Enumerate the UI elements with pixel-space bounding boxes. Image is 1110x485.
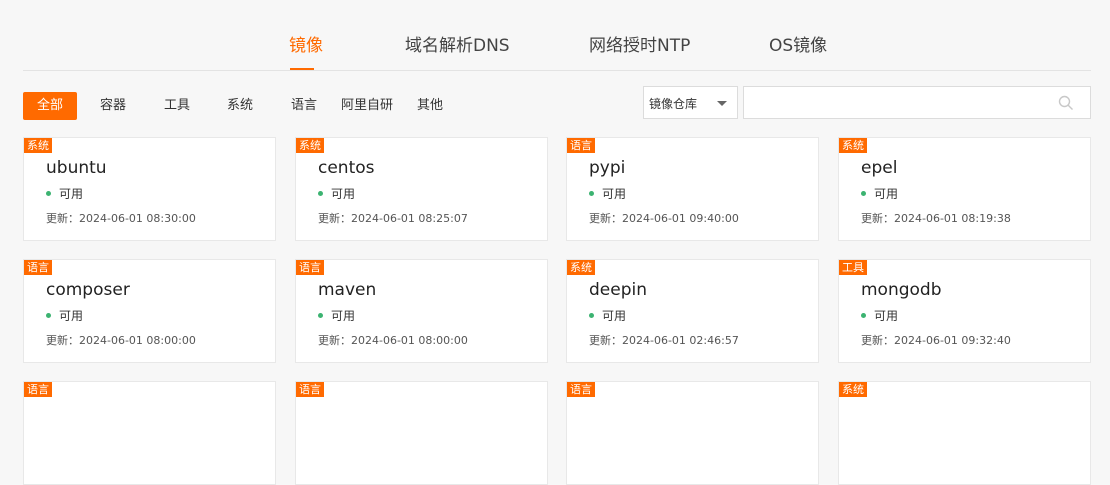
search-type-select[interactable]: 镜像仓库 [643, 86, 738, 119]
mirror-card[interactable]: 语言 maven 可用 更新：2024-06-01 08:00:00 [295, 259, 548, 363]
search-icon[interactable] [1058, 95, 1074, 111]
mirror-card[interactable]: 系统 [838, 381, 1091, 485]
mirror-name: maven [318, 280, 377, 300]
mirror-status: 可用 [46, 307, 83, 324]
category-badge: 语言 [296, 382, 324, 397]
mirror-name: epel [861, 158, 898, 178]
category-badge: 系统 [839, 138, 867, 153]
status-dot-icon [861, 191, 866, 196]
chevron-down-icon [717, 101, 727, 106]
filter-alibaba[interactable]: 阿里自研 [341, 92, 393, 120]
category-badge: 语言 [567, 382, 595, 397]
mirror-updated-time: 更新：2024-06-01 08:30:00 [46, 212, 196, 225]
mirror-card[interactable]: 工具 mongodb 可用 更新：2024-06-01 09:32:40 [838, 259, 1091, 363]
mirror-card[interactable]: 语言 [295, 381, 548, 485]
mirror-updated-time: 更新：2024-06-01 08:00:00 [318, 334, 468, 347]
mirror-name: mongodb [861, 280, 942, 300]
search-box [743, 86, 1091, 119]
mirror-status: 可用 [861, 185, 898, 202]
category-badge: 系统 [567, 260, 595, 275]
top-nav-tabs: 镜像 域名解析DNS 网络授时NTP OS镜像 [0, 0, 1110, 71]
status-label: 可用 [59, 187, 84, 201]
mirror-status: 可用 [589, 185, 626, 202]
status-label: 可用 [874, 309, 899, 323]
status-dot-icon [318, 313, 323, 318]
mirror-name: ubuntu [46, 158, 107, 178]
category-badge: 语言 [567, 138, 595, 153]
status-label: 可用 [331, 187, 356, 201]
mirror-status: 可用 [46, 185, 83, 202]
filter-language[interactable]: 语言 [291, 92, 317, 120]
mirror-status: 可用 [318, 307, 355, 324]
mirror-status: 可用 [589, 307, 626, 324]
mirror-name: composer [46, 280, 130, 300]
mirror-card[interactable]: 语言 [566, 381, 819, 485]
tab-ntp[interactable]: 网络授时NTP [589, 35, 690, 57]
search-input[interactable] [744, 87, 1060, 118]
mirror-card[interactable]: 系统 epel 可用 更新：2024-06-01 08:19:38 [838, 137, 1091, 241]
filter-other[interactable]: 其他 [417, 92, 443, 120]
status-dot-icon [46, 313, 51, 318]
filter-container[interactable]: 容器 [100, 92, 126, 120]
status-dot-icon [318, 191, 323, 196]
category-badge: 语言 [296, 260, 324, 275]
mirror-card[interactable]: 语言 pypi 可用 更新：2024-06-01 09:40:00 [566, 137, 819, 241]
mirror-card[interactable]: 系统 ubuntu 可用 更新：2024-06-01 08:30:00 [23, 137, 276, 241]
mirror-updated-time: 更新：2024-06-01 08:00:00 [46, 334, 196, 347]
tab-mirror[interactable]: 镜像 [289, 35, 323, 57]
status-label: 可用 [59, 309, 84, 323]
mirror-name: deepin [589, 280, 647, 300]
mirror-updated-time: 更新：2024-06-01 08:25:07 [318, 212, 468, 225]
filter-system[interactable]: 系统 [227, 92, 253, 120]
mirror-name: pypi [589, 158, 626, 178]
tab-os-mirror[interactable]: OS镜像 [769, 35, 827, 57]
mirror-card[interactable]: 语言 [23, 381, 276, 485]
category-badge: 系统 [24, 138, 52, 153]
status-label: 可用 [602, 187, 627, 201]
mirror-updated-time: 更新：2024-06-01 09:32:40 [861, 334, 1011, 347]
tab-dns[interactable]: 域名解析DNS [405, 35, 510, 57]
status-dot-icon [589, 313, 594, 318]
mirror-name: centos [318, 158, 375, 178]
category-badge: 语言 [24, 382, 52, 397]
filter-tools[interactable]: 工具 [164, 92, 190, 120]
status-label: 可用 [331, 309, 356, 323]
status-label: 可用 [874, 187, 899, 201]
status-dot-icon [861, 313, 866, 318]
mirror-updated-time: 更新：2024-06-01 02:46:57 [589, 334, 739, 347]
category-badge: 工具 [839, 260, 867, 275]
filter-all[interactable]: 全部 [23, 92, 77, 120]
tabs-divider [23, 70, 1091, 71]
mirror-status: 可用 [861, 307, 898, 324]
status-dot-icon [589, 191, 594, 196]
mirror-card[interactable]: 系统 deepin 可用 更新：2024-06-01 02:46:57 [566, 259, 819, 363]
category-badge: 系统 [839, 382, 867, 397]
status-dot-icon [46, 191, 51, 196]
mirror-card[interactable]: 系统 centos 可用 更新：2024-06-01 08:25:07 [295, 137, 548, 241]
category-badge: 语言 [24, 260, 52, 275]
category-badge: 系统 [296, 138, 324, 153]
mirror-updated-time: 更新：2024-06-01 09:40:00 [589, 212, 739, 225]
search-type-value: 镜像仓库 [649, 97, 698, 111]
mirror-status: 可用 [318, 185, 355, 202]
mirror-card[interactable]: 语言 composer 可用 更新：2024-06-01 08:00:00 [23, 259, 276, 363]
status-label: 可用 [602, 309, 627, 323]
mirror-updated-time: 更新：2024-06-01 08:19:38 [861, 212, 1011, 225]
